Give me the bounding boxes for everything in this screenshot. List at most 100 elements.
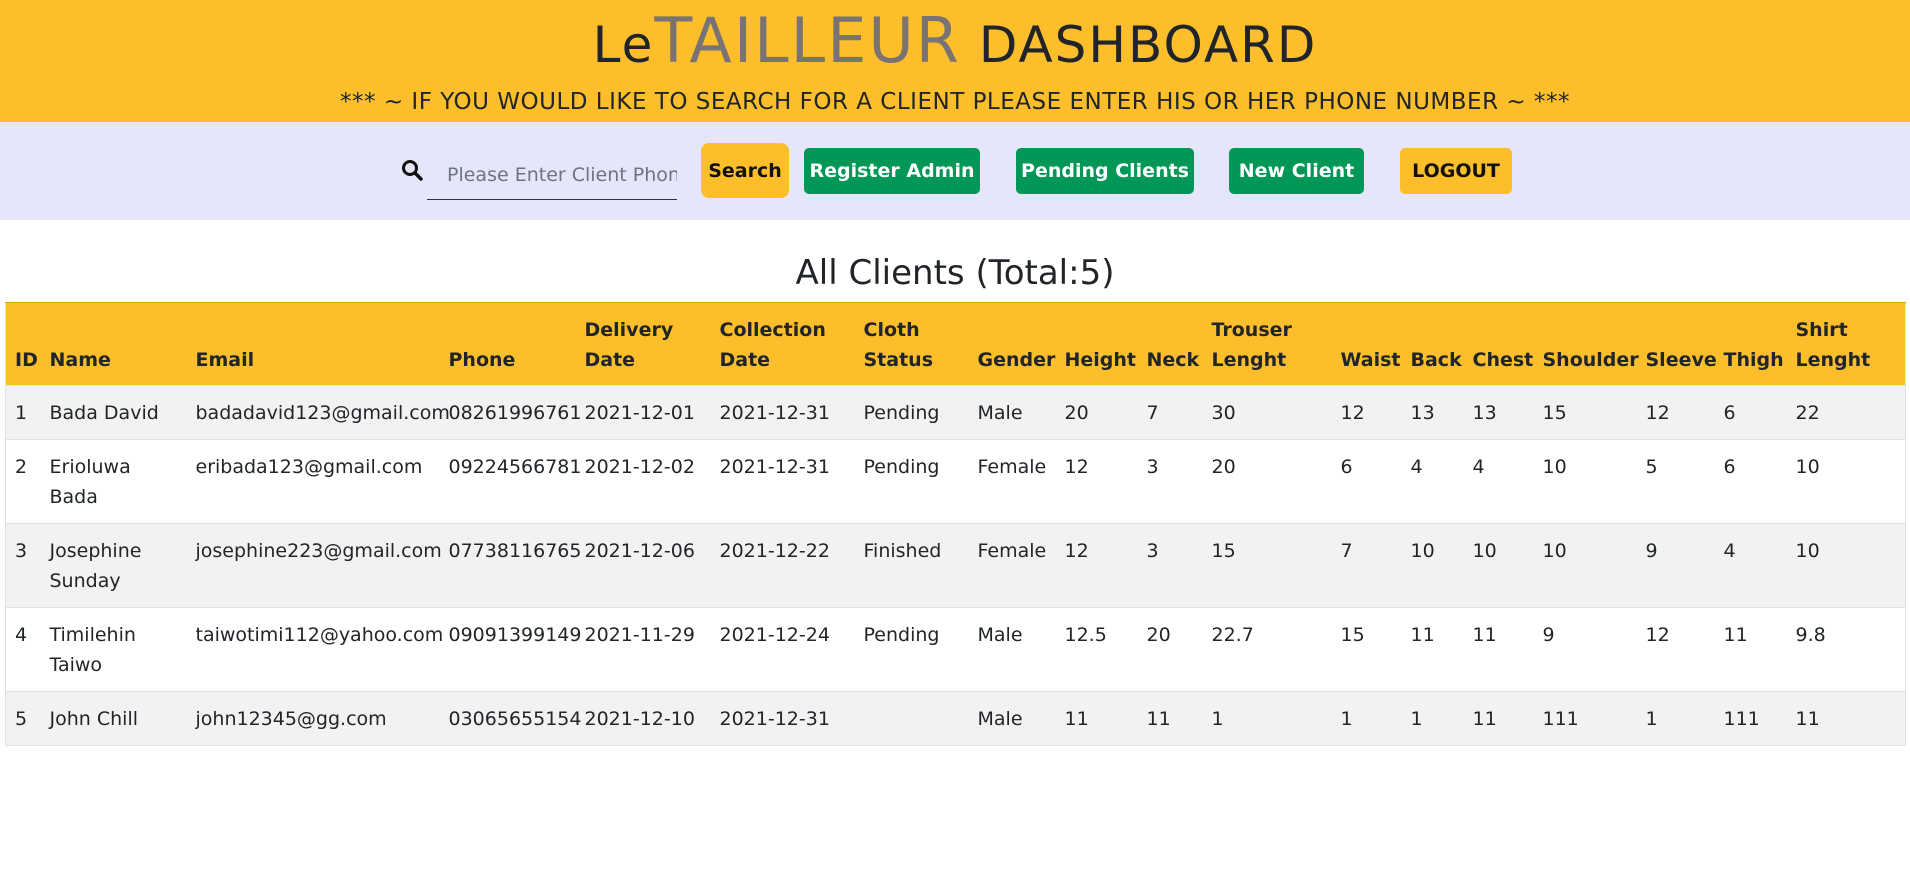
table-cell: 12 xyxy=(1331,385,1402,440)
table-cell: 15 xyxy=(1331,607,1402,692)
search-notice: *** ~ IF YOU WOULD LIKE TO SEARCH FOR A … xyxy=(340,89,1570,115)
table-cell: 3 xyxy=(1137,523,1203,608)
table-cell: 12 xyxy=(1636,385,1715,440)
brand-suffix: DASHBOARD xyxy=(978,16,1318,74)
table-cell: 11 xyxy=(1463,691,1534,746)
table-cell: 11 xyxy=(1055,691,1138,746)
column-header-line2: Shoulder xyxy=(1542,349,1639,371)
column-header: Phone xyxy=(439,302,576,386)
column-header-line2: Sleeve xyxy=(1645,349,1717,371)
pending-clients-button[interactable]: Pending Clients xyxy=(1016,148,1194,194)
table-cell: 12 xyxy=(1055,523,1138,608)
table-cell: Timilehin Taiwo xyxy=(40,607,187,692)
table-cell: Pending xyxy=(854,385,969,440)
column-header-line2: Neck xyxy=(1146,349,1200,371)
table-cell: 30 xyxy=(1202,385,1332,440)
column-header-line2: Height xyxy=(1064,349,1137,371)
column-header-line2: Waist xyxy=(1340,349,1401,371)
table-cell: Erioluwa Bada xyxy=(40,439,187,524)
column-header-line1 xyxy=(449,315,572,345)
clients-table: ID Name Email Phone Delivery Date Collectio… xyxy=(5,302,1906,746)
table-cell: 09091399149 xyxy=(439,607,581,692)
table-cell: 1 xyxy=(1202,691,1332,746)
table-cell: 03065655154 xyxy=(439,691,581,746)
logout-button[interactable]: LOGOUT xyxy=(1400,148,1512,194)
table-cell: 22.7 xyxy=(1202,607,1332,692)
column-header-line1 xyxy=(196,315,436,345)
table-cell: 09224566781 xyxy=(439,439,581,524)
register-admin-button[interactable]: Register Admin xyxy=(804,148,980,194)
column-header-line1 xyxy=(1411,315,1460,345)
column-header-line2: Status xyxy=(863,349,934,371)
column-header: Shoulder xyxy=(1533,302,1639,386)
table-cell: 20 xyxy=(1202,439,1332,524)
table-cell: 5 xyxy=(1636,439,1715,524)
column-header-line1: Shirt xyxy=(1795,319,1848,341)
table-cell: 10 xyxy=(1786,523,1906,608)
table-cell: 07738116765 xyxy=(439,523,581,608)
table-cell: 4 xyxy=(5,607,41,692)
column-header-line2: Name xyxy=(49,349,111,371)
table-cell: 12.5 xyxy=(1055,607,1138,692)
column-header: Collection Date xyxy=(710,302,855,386)
table-cell: 11 xyxy=(1401,607,1464,692)
table-cell: Pending xyxy=(854,439,969,524)
table-row[interactable]: 3 Josephine Sunday josephine223@gmail.com 0… xyxy=(5,523,1906,608)
table-cell: 2021-11-29 xyxy=(575,607,711,692)
column-header: ID xyxy=(5,302,41,386)
table-cell: 11 xyxy=(1786,691,1906,746)
table-cell: 2021-12-22 xyxy=(710,523,855,608)
table-cell: 6 xyxy=(1714,439,1787,524)
table-cell: 08261996761 xyxy=(439,385,581,440)
table-cell: john12345@gg.com xyxy=(186,691,440,746)
column-header-line2: Lenght xyxy=(1211,349,1287,371)
table-cell: 10 xyxy=(1786,439,1906,524)
table-cell: 1 xyxy=(1331,691,1402,746)
table-cell: 12 xyxy=(1636,607,1715,692)
search-button[interactable]: Search xyxy=(701,143,789,198)
column-header: Neck xyxy=(1137,302,1203,386)
table-cell: 2 xyxy=(5,439,41,524)
table-cell: 10 xyxy=(1463,523,1534,608)
column-header: Cloth Status xyxy=(854,302,969,386)
column-header-line2: Date xyxy=(719,349,771,371)
table-cell: 10 xyxy=(1533,523,1637,608)
table-cell: 1 xyxy=(1636,691,1715,746)
column-header-line1 xyxy=(1341,315,1398,345)
table-cell: Female xyxy=(968,439,1056,524)
table-cell: josephine223@gmail.com xyxy=(186,523,442,608)
column-header-line2: Chest xyxy=(1472,349,1534,371)
column-header-line1 xyxy=(50,315,183,345)
table-cell: Male xyxy=(968,607,1056,692)
column-header: Name xyxy=(40,302,187,386)
table-row[interactable]: 1 Bada David badadavid123@gmail.com 0826199… xyxy=(5,385,1906,440)
column-header: Shirt Lenght xyxy=(1786,302,1906,386)
table-row[interactable]: 4 Timilehin Taiwo taiwotimi112@yahoo.com 09… xyxy=(5,607,1906,692)
column-header-line2: Phone xyxy=(448,349,516,371)
table-row[interactable]: 5 John Chill john12345@gg.com 03065655154 20… xyxy=(5,691,1906,746)
table-cell: Bada David xyxy=(40,385,187,440)
table-header-row: ID Name Email Phone Delivery Date Collectio… xyxy=(5,302,1906,386)
page-header: LeTAILLEUR DASHBOARD *** ~ IF YOU WOULD L… xyxy=(0,0,1910,122)
table-cell: 9.8 xyxy=(1786,607,1906,692)
table-cell: 22 xyxy=(1786,385,1906,440)
column-header-line1: Collection xyxy=(719,319,826,341)
table-cell: 1 xyxy=(1401,691,1464,746)
column-header: Chest xyxy=(1463,302,1534,386)
table-cell: badadavid123@gmail.com xyxy=(186,385,450,440)
column-header: Waist xyxy=(1331,302,1402,386)
column-header: Trouser Lenght xyxy=(1202,302,1332,386)
table-cell: 10 xyxy=(1533,439,1637,524)
table-row[interactable]: 2 Erioluwa Bada eribada123@gmail.com 092245… xyxy=(5,439,1906,524)
table-cell: 1 xyxy=(5,385,41,440)
column-header-line2: ID xyxy=(15,349,38,371)
column-header-line1 xyxy=(15,315,37,345)
new-client-button[interactable]: New Client xyxy=(1229,148,1364,194)
table-cell: 2021-12-01 xyxy=(575,385,711,440)
search-input[interactable] xyxy=(427,150,677,200)
table-cell: 13 xyxy=(1463,385,1534,440)
column-header-line1 xyxy=(1646,315,1711,345)
table-cell: 15 xyxy=(1202,523,1332,608)
brand-title: LeTAILLEUR DASHBOARD xyxy=(0,6,1910,80)
column-header-line1 xyxy=(1543,315,1633,345)
